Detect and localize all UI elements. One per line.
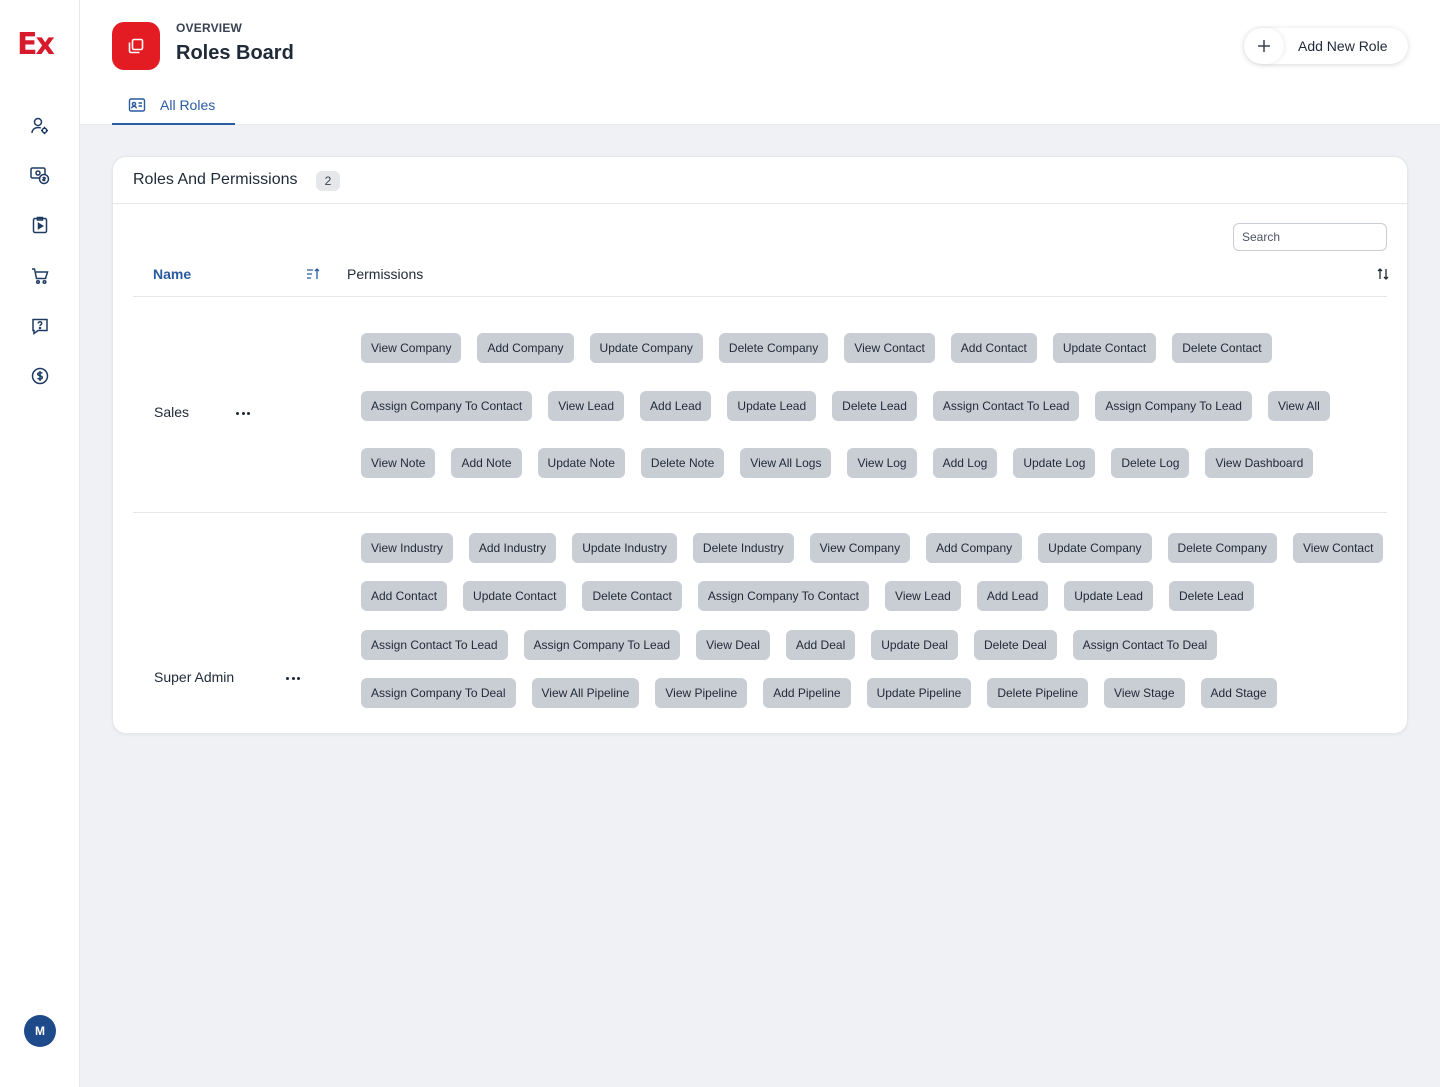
- permission-chip: Update Lead: [727, 390, 817, 421]
- page-overline: OVERVIEW: [176, 21, 243, 35]
- role-name: Sales: [154, 404, 190, 420]
- sort-arrows-icon[interactable]: [1375, 266, 1391, 282]
- permission-chip: Delete Company: [718, 333, 829, 363]
- add-new-role-label: Add New Role: [1298, 38, 1388, 54]
- permission-chip: View Lead: [885, 581, 961, 612]
- permission-chip: View Dashboard: [1205, 448, 1314, 479]
- permission-chip: Update Deal: [871, 629, 958, 660]
- permission-chip: Assign Company To Lead: [523, 629, 681, 660]
- permission-chip: Delete Lead: [832, 390, 917, 421]
- plus-icon: [1244, 28, 1284, 64]
- permission-chip: Delete Deal: [973, 629, 1057, 660]
- permission-chip: Assign Contact To Deal: [1072, 629, 1218, 660]
- user-settings-icon[interactable]: [28, 114, 52, 138]
- avatar[interactable]: M: [24, 1015, 56, 1047]
- permission-chips: View Company Add Company Update Company Del…: [361, 333, 1387, 493]
- permission-chip: View Stage: [1104, 677, 1185, 708]
- permission-chip: Add Contact: [950, 333, 1037, 363]
- table-header: Name Permissions: [133, 259, 1389, 297]
- clipboard-play-icon[interactable]: [28, 213, 52, 237]
- roles-card: Roles And Permissions 2 Name Permissions…: [112, 156, 1408, 734]
- permission-chip: View Company: [809, 533, 911, 563]
- tab-all-roles[interactable]: All Roles: [112, 88, 235, 125]
- permission-chip: Add Log: [932, 448, 998, 479]
- permission-chip: Add Industry: [468, 533, 557, 563]
- cart-icon[interactable]: [28, 264, 52, 288]
- column-header-permissions[interactable]: Permissions: [347, 266, 423, 282]
- permission-chip: Delete Note: [640, 448, 725, 479]
- tab-label: All Roles: [160, 97, 216, 113]
- permission-chip: Update Company: [1038, 533, 1152, 563]
- permission-chip: Delete Industry: [692, 533, 794, 563]
- permission-chip: View All Pipeline: [531, 677, 640, 708]
- permission-chip: Update Contact: [463, 581, 567, 612]
- permission-chip: Add Company: [926, 533, 1023, 563]
- permission-chip: Delete Log: [1111, 448, 1190, 479]
- role-name: Super Admin: [154, 669, 235, 685]
- permission-chip: Add Deal: [785, 629, 856, 660]
- page-header: OVERVIEW Roles Board Add New Role All Ro…: [80, 0, 1440, 125]
- dollar-circle-icon[interactable]: [28, 364, 52, 388]
- copy-icon: [112, 22, 160, 70]
- page-title: Roles Board: [176, 42, 294, 64]
- permission-chip: View All Logs: [740, 448, 832, 479]
- permission-chip: View Log: [847, 448, 917, 479]
- permission-chip: Update Log: [1013, 448, 1096, 479]
- permission-chip: Assign Contact To Lead: [932, 390, 1080, 421]
- permission-chip: View Industry: [361, 533, 453, 563]
- sort-icon[interactable]: [305, 266, 321, 282]
- permission-chip: Add Lead: [976, 581, 1049, 612]
- permission-chip: Update Pipeline: [866, 677, 972, 708]
- permission-chip: View Deal: [696, 629, 770, 660]
- permission-chip: Add Stage: [1200, 677, 1277, 708]
- help-chat-icon[interactable]: [28, 314, 52, 338]
- permission-chip: Add Company: [477, 333, 574, 363]
- permission-chip: View Note: [361, 448, 436, 479]
- card-title: Roles And Permissions: [133, 171, 298, 188]
- permission-chip: Assign Contact To Lead: [361, 629, 508, 660]
- permission-chip: View Lead: [548, 390, 625, 421]
- permission-chip: Update Contact: [1052, 333, 1157, 363]
- permission-chip: View All: [1267, 390, 1330, 421]
- permission-chip: View Contact: [844, 333, 935, 363]
- permission-chip: Add Lead: [640, 390, 712, 421]
- permission-chip: View Company: [361, 333, 462, 363]
- permission-chip: Assign Company To Deal: [361, 677, 516, 708]
- permission-chip: Delete Lead: [1168, 581, 1254, 612]
- permission-chip: Update Lead: [1064, 581, 1153, 612]
- payments-icon[interactable]: [28, 163, 52, 187]
- card-header: Roles And Permissions 2: [113, 157, 1407, 204]
- permission-chip: View Pipeline: [655, 677, 748, 708]
- permission-chip: Update Industry: [572, 533, 677, 563]
- add-new-role-button[interactable]: Add New Role: [1244, 28, 1408, 64]
- table-row: Super Admin View Industry Add Industry Upd…: [133, 513, 1387, 713]
- count-badge: 2: [316, 171, 340, 191]
- permission-chip: Add Note: [451, 448, 522, 479]
- table-row: Sales View Company Add Company Update Comp…: [133, 297, 1387, 513]
- permission-chip: Add Pipeline: [763, 677, 851, 708]
- permission-chip: Delete Contact: [582, 581, 682, 612]
- permission-chip: Update Company: [589, 333, 703, 363]
- permission-chips: View Industry Add Industry Update Industry…: [361, 533, 1387, 713]
- permission-chip: Update Note: [537, 448, 625, 479]
- column-header-name[interactable]: Name: [153, 266, 191, 282]
- more-options-icon[interactable]: [233, 407, 253, 419]
- id-card-icon: [128, 96, 146, 114]
- permission-chip: Assign Company To Contact: [361, 390, 533, 421]
- search-input[interactable]: [1233, 223, 1387, 251]
- permission-chip: Delete Company: [1167, 533, 1277, 563]
- permission-chip: Assign Company To Lead: [1095, 390, 1252, 421]
- permission-chip: View Contact: [1292, 533, 1384, 563]
- permission-chip: Add Contact: [361, 581, 448, 612]
- sidebar: Ex M: [0, 0, 80, 1087]
- brand-logo[interactable]: Ex: [17, 30, 55, 60]
- permission-chip: Assign Company To Contact: [697, 581, 870, 612]
- permission-chip: Delete Contact: [1172, 333, 1272, 363]
- permission-chip: Delete Pipeline: [987, 677, 1089, 708]
- more-options-icon[interactable]: [283, 672, 303, 684]
